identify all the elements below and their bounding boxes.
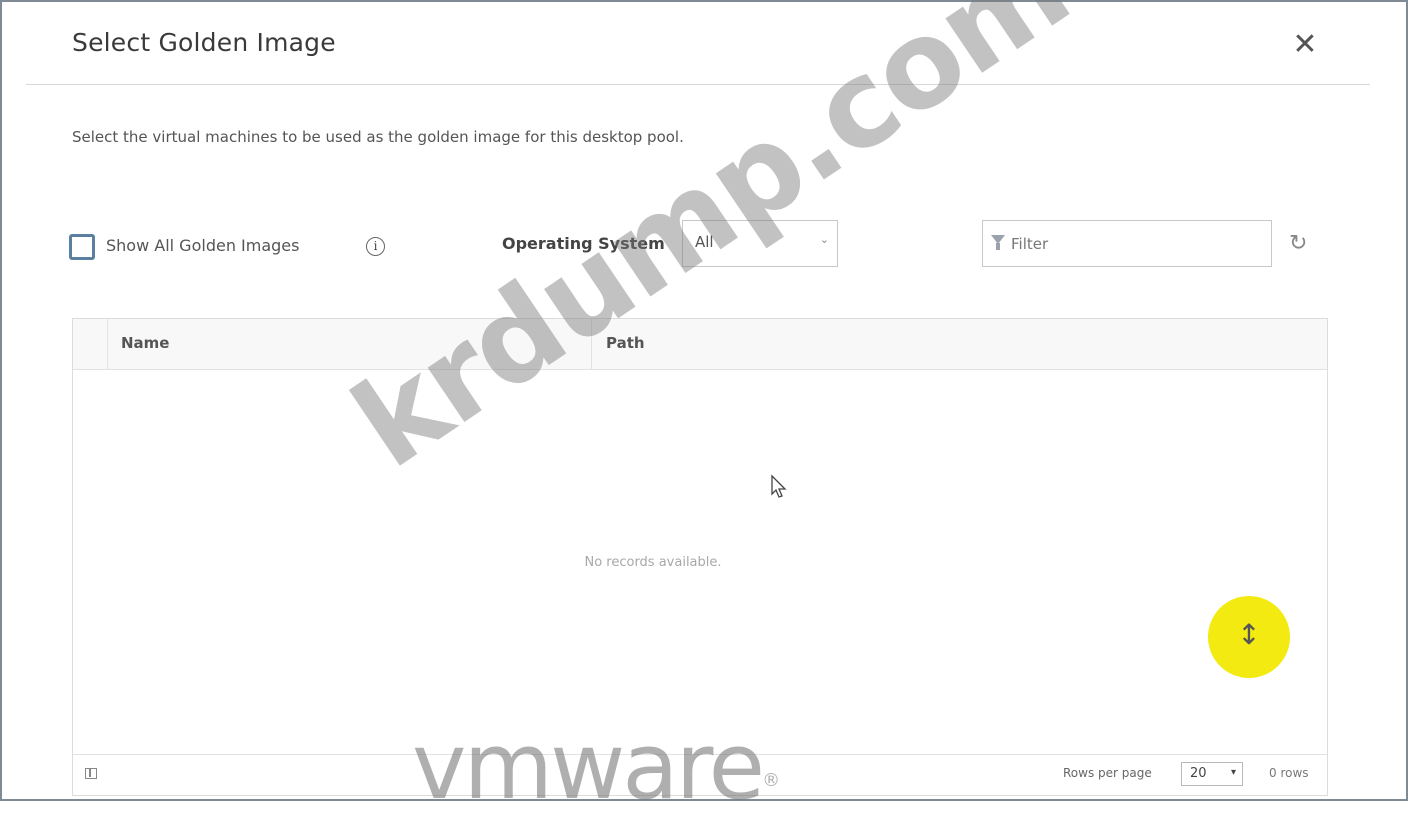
dialog-description: Select the virtual machines to be used a…: [72, 128, 684, 146]
filter-field[interactable]: [982, 220, 1272, 267]
select-column-header: [73, 319, 108, 369]
mouse-pointer-icon: [770, 474, 788, 498]
column-toggle-icon[interactable]: [85, 768, 97, 779]
filter-input[interactable]: [1009, 231, 1263, 257]
rows-per-page-label: Rows per page: [1063, 766, 1152, 780]
info-icon[interactable]: i: [366, 237, 385, 256]
grid-header: Name Path: [73, 319, 1327, 370]
rows-count: 0 rows: [1269, 766, 1309, 780]
column-header-name-label: Name: [121, 334, 170, 352]
empty-message: No records available.: [584, 555, 722, 570]
golden-image-grid: Name Path No records available. Rows per…: [72, 318, 1328, 796]
operating-system-select[interactable]: All ⌄: [682, 220, 838, 267]
show-all-golden-images-checkbox[interactable]: [69, 234, 95, 260]
column-header-path[interactable]: Path: [592, 319, 1292, 369]
chevron-down-icon: ▾: [1230, 767, 1236, 778]
header-divider: [26, 84, 1370, 85]
chevron-down-icon: ⌄: [819, 233, 829, 246]
rows-per-page-value: 20: [1190, 766, 1207, 781]
operating-system-value: All: [695, 233, 714, 251]
resize-cursor-icon: ↕: [1237, 618, 1261, 651]
grid-footer: Rows per page 20 ▾ 0 rows: [73, 754, 1327, 795]
show-all-golden-images-label[interactable]: Show All Golden Images: [106, 234, 299, 258]
operating-system-label: Operating System: [502, 234, 665, 253]
refresh-icon[interactable]: ↻: [1289, 232, 1307, 256]
filter-icon: [991, 235, 1005, 250]
dialog-title: Select Golden Image: [72, 28, 336, 57]
rows-per-page-select[interactable]: 20 ▾: [1181, 762, 1243, 786]
column-header-path-label: Path: [606, 334, 645, 352]
cursor-highlight: ↕: [1208, 596, 1290, 678]
column-header-name[interactable]: Name: [107, 319, 592, 369]
close-icon[interactable]: ✕: [1290, 28, 1320, 62]
